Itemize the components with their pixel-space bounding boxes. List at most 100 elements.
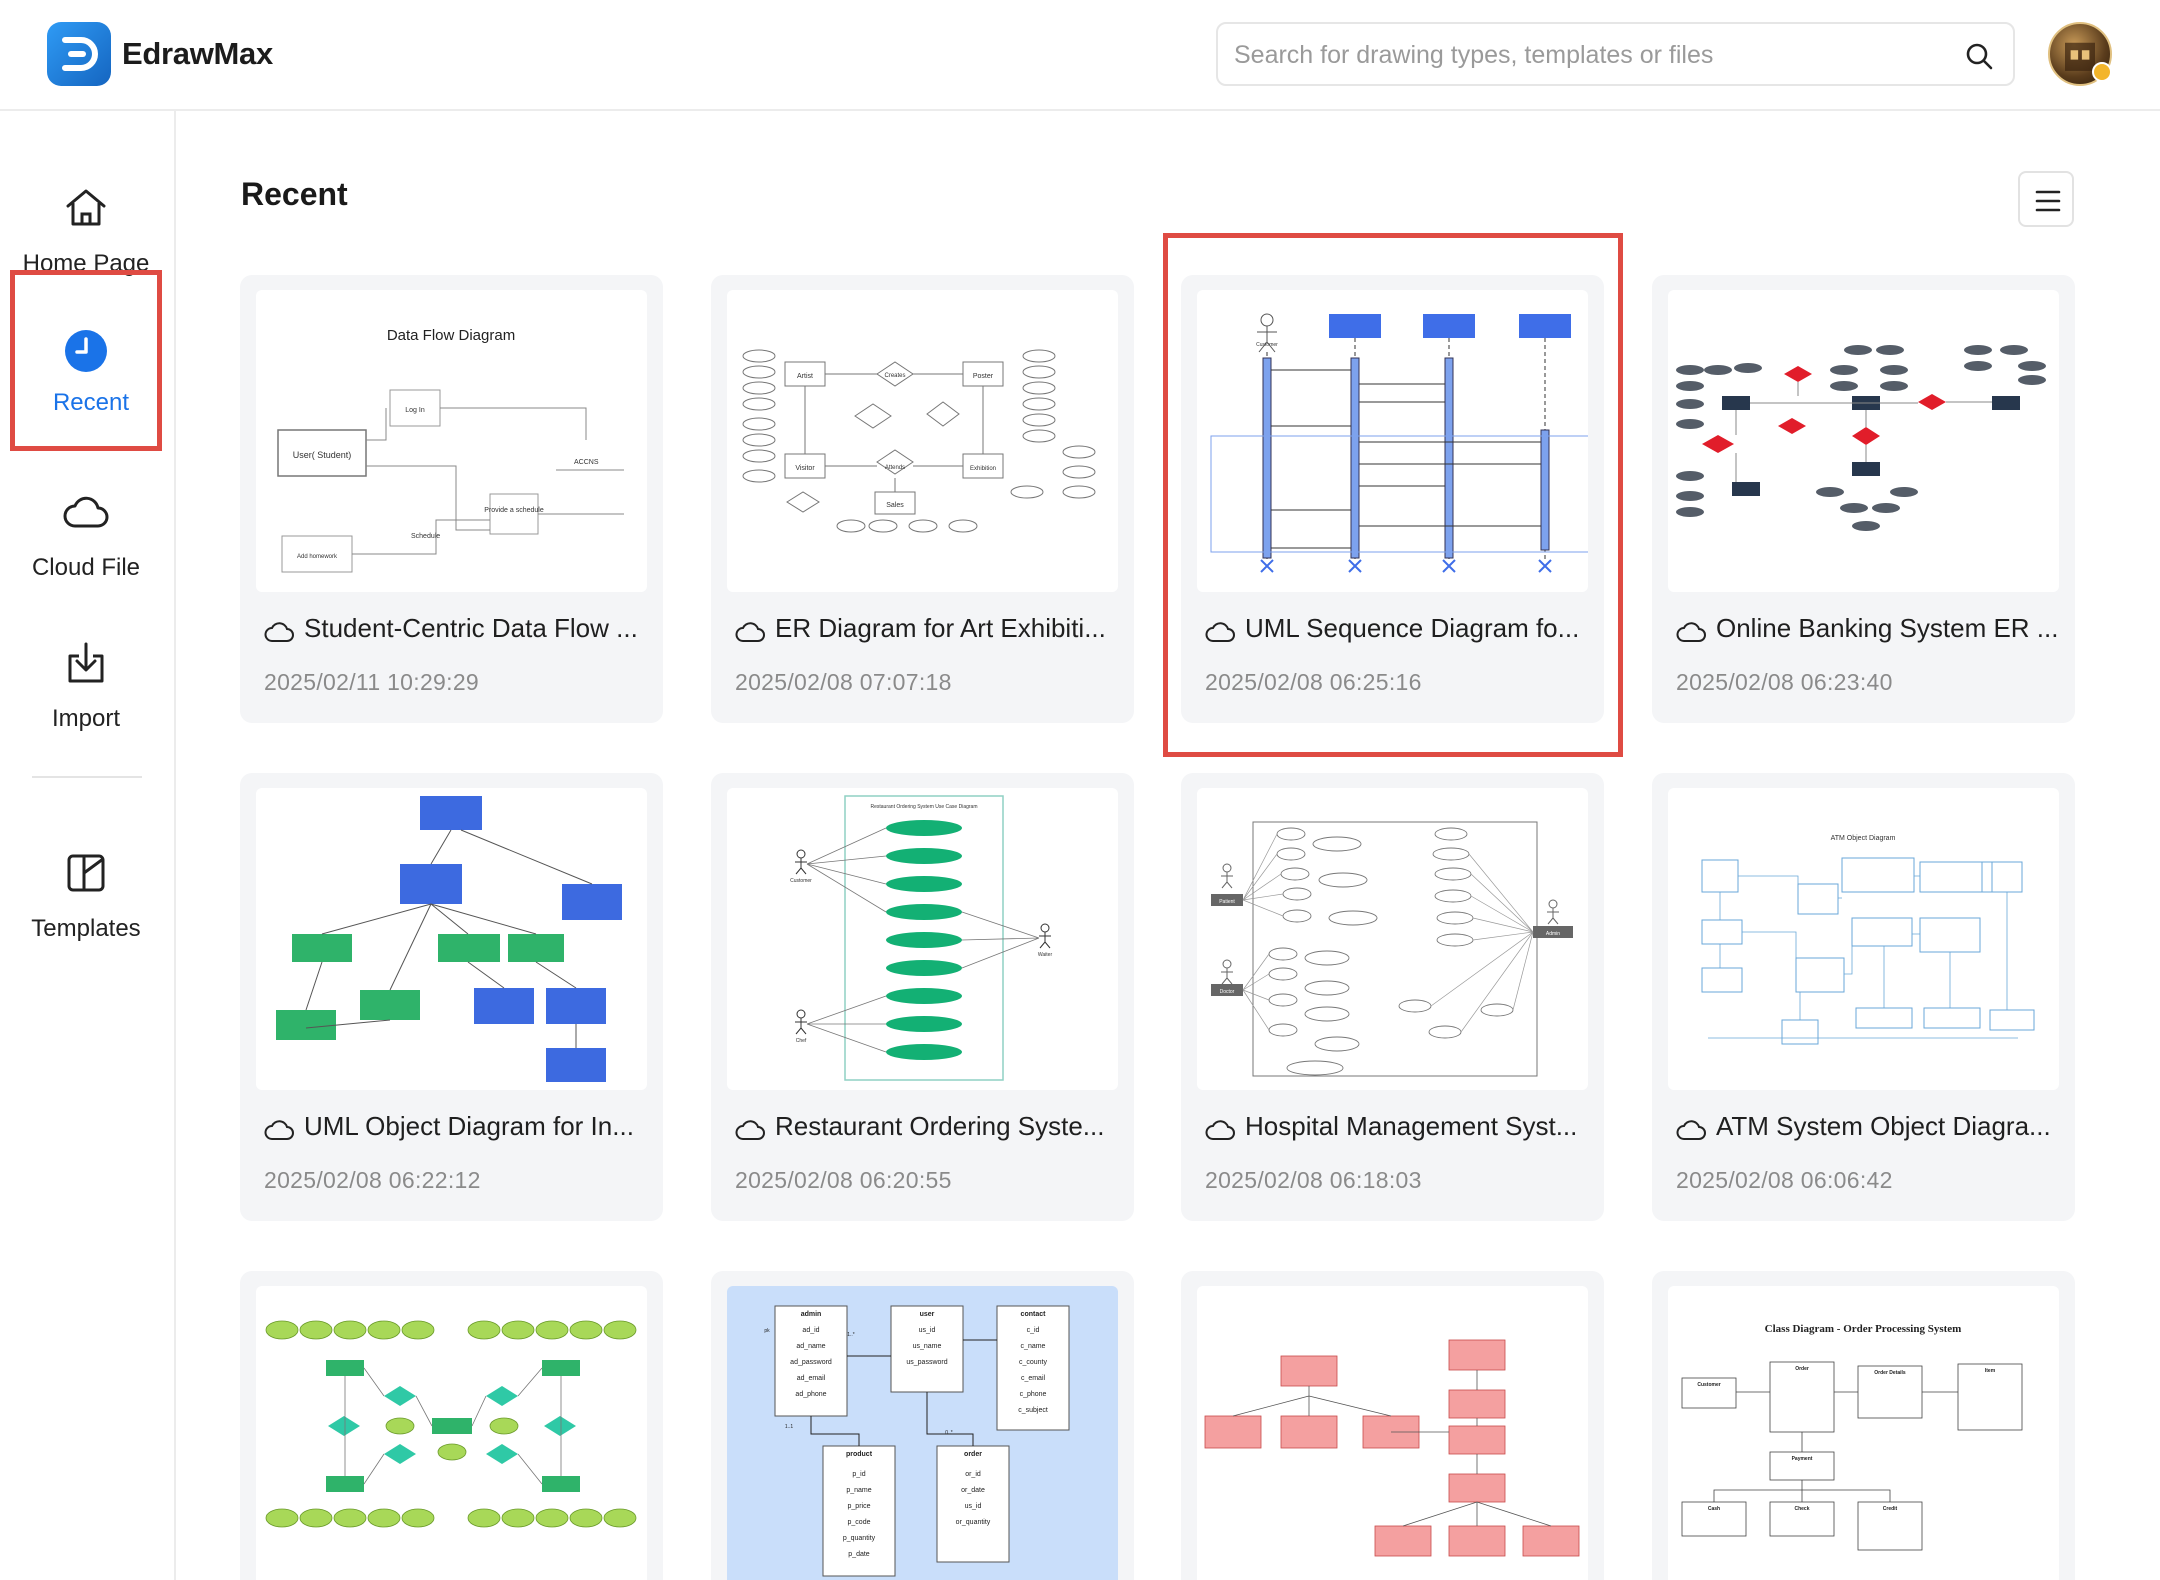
home-icon	[66, 189, 106, 226]
recent-file-card[interactable]	[240, 1271, 663, 1580]
sidebar-item-cloud-file[interactable]: Cloud File	[10, 466, 162, 606]
svg-text:1..1: 1..1	[785, 1424, 794, 1430]
svg-text:or_id: or_id	[965, 1471, 981, 1478]
file-thumbnail	[1197, 1286, 1588, 1580]
svg-text:Waiter: Waiter	[1038, 952, 1053, 958]
svg-text:Cash: Cash	[1708, 1506, 1720, 1512]
svg-text:ATM Object Diagram: ATM Object Diagram	[1831, 835, 1896, 842]
sidebar-item-templates[interactable]: Templates	[10, 827, 162, 967]
file-title: UML Object Diagram for In...	[304, 1111, 634, 1141]
cloud-icon	[1205, 1120, 1235, 1140]
left-sidebar: Home Page Recent Cloud File Import Templ…	[0, 111, 176, 1580]
recent-file-card[interactable]: Patient Doctor Admin Hospital Management…	[1181, 773, 1604, 1221]
svg-text:user: user	[920, 1311, 935, 1318]
recent-file-card[interactable]: admin ad_id ad_name ad_password ad_email a…	[711, 1271, 1134, 1580]
recent-file-card[interactable]: UML Object Diagram for In... 2025/02/08 …	[240, 773, 663, 1221]
brand-name: EdrawMax	[122, 36, 273, 71]
search-input[interactable]	[1234, 36, 1924, 74]
svg-text:Artist: Artist	[797, 373, 813, 380]
svg-text:Customer: Customer	[1697, 1382, 1720, 1388]
svg-text:Poster: Poster	[973, 373, 994, 380]
svg-text:us_password: us_password	[906, 1359, 947, 1366]
sidebar-item-recent[interactable]: Recent	[10, 270, 162, 451]
svg-text:p_code: p_code	[848, 1519, 871, 1526]
svg-text:c_id: c_id	[1027, 1327, 1040, 1334]
file-date: 2025/02/11 10:29:29	[264, 669, 480, 695]
file-date: 2025/02/08 06:25:16	[1205, 669, 1422, 695]
file-thumbnail: admin ad_id ad_name ad_password ad_email a…	[727, 1286, 1118, 1580]
svg-text:Chef: Chef	[796, 1038, 807, 1044]
edrawmax-logo-icon[interactable]	[47, 22, 111, 86]
top-header: EdrawMax	[0, 0, 2160, 111]
file-title: UML Sequence Diagram fo...	[1245, 613, 1580, 643]
file-title: ATM System Object Diagra...	[1716, 1111, 2051, 1141]
search-box[interactable]	[1216, 22, 2015, 86]
svg-text:Class Diagram - Order Processi: Class Diagram - Order Processing System	[1765, 1323, 1962, 1335]
file-thumbnail	[256, 788, 647, 1090]
svg-text:Restaurant Ordering System Use: Restaurant Ordering System Use Case Diag…	[871, 804, 978, 810]
svg-text:or_quantity: or_quantity	[956, 1519, 991, 1526]
svg-text:Log In: Log In	[405, 407, 425, 414]
page-title: Recent	[241, 176, 348, 212]
list-view-button[interactable]	[2018, 171, 2074, 227]
cloud-icon	[264, 1120, 294, 1140]
sidebar-item-import[interactable]: Import	[10, 617, 162, 757]
svg-text:Customer: Customer	[790, 878, 812, 884]
cloud-icon	[1205, 622, 1235, 642]
search-icon[interactable]	[1963, 40, 1995, 72]
file-thumbnail	[1668, 290, 2059, 592]
svg-text:ad_phone: ad_phone	[795, 1391, 826, 1398]
file-title: Restaurant Ordering Syste...	[775, 1111, 1105, 1141]
file-title: Online Banking System ER ...	[1716, 613, 2059, 643]
file-title: ER Diagram for Art Exhibiti...	[775, 613, 1106, 643]
recent-file-card[interactable]: Data Flow Diagram User( Student) Log In …	[240, 275, 663, 723]
file-date: 2025/02/08 06:06:42	[1676, 1167, 1893, 1193]
svg-text:Visitor: Visitor	[795, 465, 815, 472]
svg-text:Order Details: Order Details	[1874, 1370, 1906, 1376]
svg-text:c_phone: c_phone	[1020, 1391, 1047, 1398]
svg-text:p_id: p_id	[852, 1471, 865, 1478]
cloud-icon	[735, 622, 765, 642]
file-thumbnail: Data Flow Diagram User( Student) Log In …	[256, 290, 647, 592]
svg-text:Add homework: Add homework	[297, 554, 338, 560]
file-thumbnail: Patient Doctor Admin	[1197, 788, 1588, 1090]
svg-text:product: product	[846, 1451, 873, 1458]
svg-text:us_name: us_name	[913, 1343, 942, 1350]
file-date: 2025/02/08 06:18:03	[1205, 1167, 1422, 1193]
svg-text:us_id: us_id	[965, 1503, 982, 1510]
svg-text:Attends: Attends	[885, 465, 905, 471]
svg-text:Provide a schedule: Provide a schedule	[484, 507, 544, 514]
recent-file-card[interactable]: Restaurant Ordering System Use Case Diag…	[711, 773, 1134, 1221]
svg-text:p_date: p_date	[848, 1551, 870, 1558]
svg-text:Customer: Customer	[1256, 342, 1278, 348]
svg-text:p_price: p_price	[848, 1503, 871, 1510]
svg-text:User( Student): User( Student)	[293, 450, 352, 460]
recent-file-card[interactable]: Artist Creates Poster Visitor Attends Ex…	[711, 275, 1134, 723]
recent-file-card[interactable]: Class Diagram - Order Processing System …	[1652, 1271, 2075, 1580]
recent-file-card[interactable]: Online Banking System ER ... 2025/02/08 …	[1652, 275, 2075, 723]
clock-icon	[65, 330, 107, 372]
svg-text:us_id: us_id	[919, 1327, 936, 1334]
svg-text:c_county: c_county	[1019, 1359, 1048, 1366]
cloud-icon	[63, 496, 109, 528]
svg-text:pk: pk	[764, 1328, 770, 1334]
sidebar-item-label: Import	[51, 705, 120, 732]
file-thumbnail: Customer	[1197, 290, 1588, 592]
recent-file-card[interactable]: ATM Object Diagram ATM System Object Dia…	[1652, 773, 2075, 1221]
svg-text:Order: Order	[1795, 1366, 1809, 1372]
svg-text:admin: admin	[801, 1311, 822, 1318]
recent-file-card-selected[interactable]: Customer UML Sequence Diagram fo... 2025…	[1181, 275, 1604, 723]
recent-file-card[interactable]	[1181, 1271, 1604, 1580]
svg-text:ad_name: ad_name	[796, 1343, 825, 1350]
svg-text:Item: Item	[1985, 1368, 1996, 1374]
sidebar-item-label: Cloud File	[31, 554, 141, 581]
svg-text:Admin: Admin	[1546, 931, 1560, 937]
sidebar-divider	[32, 776, 142, 778]
svg-text:c_email: c_email	[1021, 1375, 1046, 1382]
vip-badge-icon	[2092, 62, 2112, 82]
svg-text:p_quantity: p_quantity	[843, 1535, 876, 1542]
templates-icon	[67, 854, 105, 892]
cloud-icon	[264, 622, 294, 642]
svg-text:ad_id: ad_id	[802, 1327, 819, 1334]
menu-icon	[2035, 190, 2061, 212]
